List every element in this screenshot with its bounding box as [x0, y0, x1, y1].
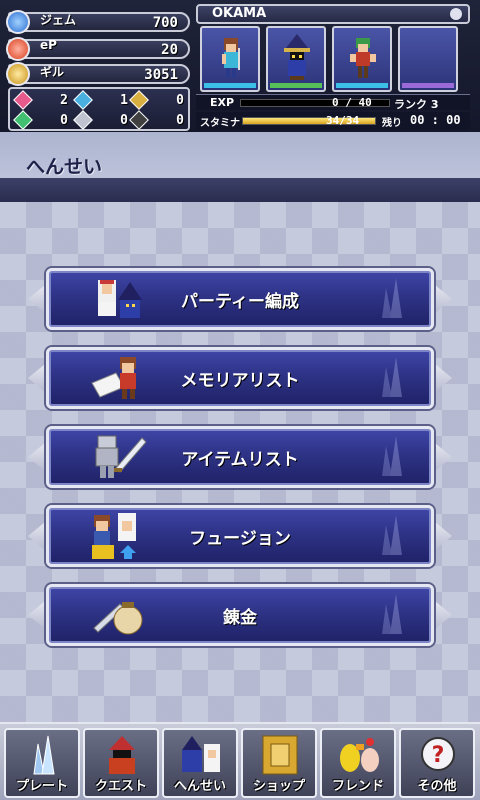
menu-label: アイテムリスト	[181, 450, 299, 470]
gil-value: 3051	[144, 67, 178, 83]
fusion-button[interactable]: フュージョン	[28, 505, 452, 567]
party-member-1[interactable]	[200, 26, 260, 92]
menu-icon[interactable]	[450, 8, 462, 20]
party-member-4-empty[interactable]	[398, 26, 458, 92]
coin-icon	[6, 62, 30, 86]
stamina-timer: 00 : 00	[410, 113, 461, 127]
nav-shop[interactable]: ショップ	[241, 728, 317, 798]
gem-label: ジェム	[40, 13, 77, 27]
member-3-element-bar	[336, 83, 388, 88]
nav-plate[interactable]: プレート	[4, 728, 80, 798]
nav-friend[interactable]: フレンド	[320, 728, 396, 798]
hero-sprite	[222, 38, 240, 78]
crystal-icon	[33, 735, 55, 775]
alchemy-button[interactable]: 錬金	[28, 584, 452, 646]
menu-label: メモリアリスト	[180, 371, 300, 391]
crystal-silver-count: 0	[120, 113, 128, 128]
nav-label: へんせい	[173, 779, 226, 794]
red-mage-icon	[109, 736, 135, 774]
status-panel: ジェム 700 eP 20 ギル 3051 2 1 0 0 0 0 OKAMA …	[0, 0, 480, 132]
crystal-black-count: 0	[176, 113, 184, 128]
memoria-list-button[interactable]: メモリアリスト	[28, 347, 452, 409]
stamina-value: 34/34	[326, 114, 360, 127]
black-crystal-icon	[129, 110, 149, 130]
ep-counter: eP 20	[6, 37, 190, 61]
blue-crystal-icon	[73, 90, 93, 110]
crystal-pink: 2	[13, 90, 74, 111]
party-icon	[182, 736, 220, 772]
ep-value: 20	[161, 42, 178, 58]
exp-value: 0 / 40	[332, 96, 372, 109]
svg-text:?: ?	[432, 743, 445, 768]
crystal-blue: 1	[73, 90, 134, 111]
stamina-row: スタミナ 34/34 残り 00 : 00	[196, 112, 470, 130]
gold-crystal-icon	[129, 90, 149, 110]
party-edit-button[interactable]: パーティー編成	[28, 268, 452, 330]
silver-crystal-icon	[73, 110, 93, 130]
help-icon: ?	[421, 737, 455, 771]
item-list-button[interactable]: アイテムリスト	[28, 426, 452, 488]
member-2-element-bar	[270, 83, 322, 88]
rank-label: ランク 3	[394, 98, 439, 111]
nav-label: その他	[417, 779, 457, 794]
crystal-pink-count: 2	[60, 93, 68, 108]
nav-label: フレンド	[331, 779, 384, 794]
gem-counter: ジェム 700	[6, 10, 190, 34]
nav-label: プレート	[15, 779, 68, 794]
green-crystal-icon	[13, 110, 33, 130]
gil-counter: ギル 3051	[6, 62, 190, 86]
nav-party[interactable]: へんせい	[162, 728, 238, 798]
crystal-gold-count: 0	[176, 93, 184, 108]
pink-crystal-icon	[13, 90, 33, 110]
member-4-element-bar	[402, 83, 454, 88]
gem-icon	[6, 10, 30, 34]
party-member-2[interactable]	[266, 26, 326, 92]
nav-label: クエスト	[94, 779, 147, 794]
member-1-element-bar	[204, 83, 256, 88]
nav-label: ショップ	[252, 779, 305, 794]
crystal-silver: 0	[73, 110, 134, 131]
menu-label: 錬金	[223, 608, 257, 628]
gem-value: 700	[152, 15, 178, 31]
crystal-black: 0	[129, 110, 190, 131]
party-name-bar[interactable]: OKAMA	[196, 4, 470, 24]
warrior-sprite	[350, 38, 376, 78]
menu-label: パーティー編成	[181, 292, 299, 312]
bottom-nav: プレート クエスト へんせい ショップ フレンド ? その他	[0, 722, 480, 800]
exp-row: EXP 0 / 40 ランク 3	[196, 94, 470, 111]
timer-label: 残り	[382, 118, 402, 129]
menu-area: パーティー編成 メモリアリスト アイテムリスト フュージョン 錬金	[0, 202, 480, 722]
ep-label: eP	[40, 38, 57, 52]
chocobo-moogle-icon	[340, 738, 379, 772]
shop-icon	[262, 735, 298, 775]
party-member-3[interactable]	[332, 26, 392, 92]
menu-label: フュージョン	[189, 529, 291, 549]
heart-icon	[6, 37, 30, 61]
crystal-inventory: 2 1 0 0 0 0	[8, 87, 190, 131]
section-divider	[0, 178, 480, 202]
black-mage-sprite	[284, 34, 310, 80]
gil-label: ギル	[40, 65, 65, 79]
crystal-green: 0	[13, 110, 74, 131]
nav-quest[interactable]: クエスト	[83, 728, 159, 798]
crystal-green-count: 0	[60, 113, 68, 128]
nav-other[interactable]: ? その他	[399, 728, 475, 798]
stamina-label: スタミナ	[200, 118, 240, 129]
crystal-gold: 0	[129, 90, 190, 111]
crystal-blue-count: 1	[120, 93, 128, 108]
exp-label: EXP	[210, 96, 235, 109]
page-title: へんせい	[26, 156, 103, 178]
party-name: OKAMA	[212, 6, 267, 21]
